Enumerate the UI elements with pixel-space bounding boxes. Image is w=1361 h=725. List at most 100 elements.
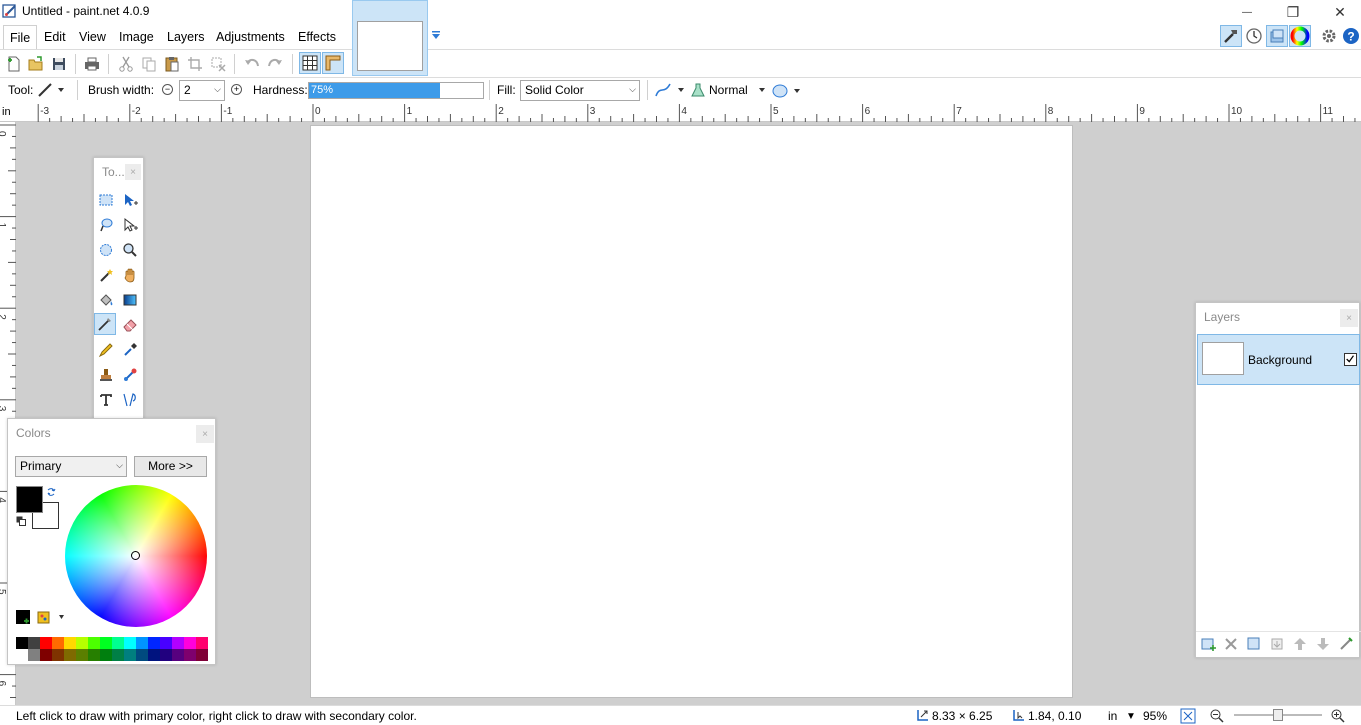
color-mode-combo[interactable]: Primary ⌵ (15, 456, 127, 477)
zoom-in-icon[interactable] (1330, 708, 1346, 725)
duplicate-layer-icon[interactable] (1246, 636, 1264, 654)
blend-mode-value[interactable]: Normal (709, 83, 748, 97)
palette-swatch[interactable] (124, 637, 136, 649)
restore-button[interactable]: ❐ (1273, 0, 1313, 24)
palette-swatch[interactable] (40, 637, 52, 649)
cut-icon[interactable] (117, 55, 135, 73)
palette-swatch[interactable] (64, 649, 76, 661)
menu-effects[interactable]: Effects (292, 25, 342, 49)
palette-swatch[interactable] (136, 637, 148, 649)
chevron-down-icon[interactable]: ▼ (1126, 711, 1136, 722)
image-canvas[interactable] (310, 125, 1073, 698)
zoom-to-window-icon[interactable] (1180, 708, 1196, 725)
colors-panel-close-button[interactable]: × (196, 425, 214, 443)
palette-swatch[interactable] (16, 637, 28, 649)
brush-width-combo[interactable]: 2 ⌵ (179, 80, 225, 101)
palette-swatch[interactable] (184, 637, 196, 649)
palette-menu-icon[interactable] (37, 610, 65, 624)
palette-swatch[interactable] (160, 649, 172, 661)
swap-colors-icon[interactable] (46, 486, 56, 496)
clone-stamp-icon[interactable] (95, 364, 117, 386)
recolor-icon[interactable] (119, 364, 141, 386)
rulers-icon[interactable] (322, 52, 344, 74)
palette-swatch[interactable] (40, 649, 52, 661)
color-wheel[interactable] (65, 485, 207, 627)
redo-icon[interactable] (266, 55, 284, 73)
reset-colors-icon[interactable] (16, 515, 26, 526)
tools-window-icon[interactable] (1220, 25, 1242, 47)
palette-swatch[interactable] (124, 649, 136, 661)
menu-adjustments[interactable]: Adjustments (210, 25, 291, 49)
move-selection-icon[interactable] (119, 189, 141, 211)
pan-icon[interactable] (119, 264, 141, 286)
more-colors-button[interactable]: More >> (134, 456, 207, 477)
increase-width-icon[interactable]: + (231, 84, 242, 95)
palette-swatch[interactable] (112, 637, 124, 649)
close-button[interactable]: ✕ (1320, 0, 1360, 24)
magic-wand-icon[interactable] (95, 264, 117, 286)
print-icon[interactable] (83, 55, 101, 73)
settings-icon[interactable] (1320, 27, 1338, 45)
palette-swatch[interactable] (172, 637, 184, 649)
copy-icon[interactable] (140, 55, 158, 73)
palette-swatch[interactable] (196, 637, 208, 649)
crop-icon[interactable] (186, 55, 204, 73)
line-curve-icon[interactable] (119, 389, 141, 411)
deselect-icon[interactable] (209, 55, 227, 73)
palette-swatch[interactable] (88, 637, 100, 649)
image-list-dropdown-icon[interactable] (430, 30, 442, 42)
zoom-icon[interactable] (119, 239, 141, 261)
palette-swatch[interactable] (52, 649, 64, 661)
gradient-icon[interactable] (119, 289, 141, 311)
add-palette-color-icon[interactable] (16, 610, 30, 624)
chevron-down-icon[interactable] (757, 84, 767, 94)
image-thumbnail[interactable] (357, 21, 423, 71)
fill-combo[interactable]: Solid Color ⌵ (520, 80, 640, 101)
zoom-slider-thumb[interactable] (1273, 709, 1283, 721)
menu-view[interactable]: View (73, 25, 112, 49)
zoom-out-icon[interactable] (1209, 708, 1225, 725)
ellipse-select-icon[interactable] (95, 239, 117, 261)
tool-selector[interactable] (36, 81, 68, 99)
undo-icon[interactable] (243, 55, 261, 73)
palette-swatch[interactable] (16, 649, 28, 661)
color-picker-icon[interactable] (119, 339, 141, 361)
layers-window-icon[interactable] (1266, 25, 1288, 47)
help-icon[interactable]: ? (1342, 27, 1360, 45)
rectangle-select-icon[interactable] (95, 189, 117, 211)
palette-swatch[interactable] (196, 649, 208, 661)
layers-panel-close-button[interactable]: × (1340, 309, 1358, 327)
color-wheel-cursor[interactable] (131, 551, 140, 560)
history-window-icon[interactable] (1245, 27, 1263, 45)
minimize-button[interactable]: — (1227, 0, 1267, 24)
delete-layer-icon[interactable] (1223, 636, 1241, 654)
palette-swatch[interactable] (52, 637, 64, 649)
palette-swatch[interactable] (184, 649, 196, 661)
layer-row-background[interactable]: Background (1197, 334, 1360, 385)
grid-icon[interactable] (299, 52, 321, 74)
palette-swatch[interactable] (100, 649, 112, 661)
image-thumbnail-tab[interactable] (352, 0, 428, 76)
palette-swatch[interactable] (136, 649, 148, 661)
hardness-slider[interactable]: 75% (308, 82, 484, 99)
palette-swatch[interactable] (160, 637, 172, 649)
palette-swatch[interactable] (76, 649, 88, 661)
menu-layers[interactable]: Layers (161, 25, 211, 49)
zoom-slider-track[interactable] (1234, 709, 1322, 721)
menu-image[interactable]: Image (113, 25, 160, 49)
palette-swatch[interactable] (148, 637, 160, 649)
paste-icon[interactable] (163, 55, 181, 73)
palette-swatch[interactable] (28, 637, 40, 649)
merge-layer-down-icon[interactable] (1269, 636, 1287, 654)
palette-swatch[interactable] (28, 649, 40, 661)
decrease-width-icon[interactable]: − (162, 84, 173, 95)
eraser-icon[interactable] (119, 314, 141, 336)
colors-window-icon[interactable] (1289, 25, 1311, 47)
units-selector[interactable]: in (1108, 709, 1117, 723)
palette-swatch[interactable] (100, 637, 112, 649)
menu-file[interactable]: File (3, 25, 38, 49)
new-image-icon[interactable] (5, 55, 23, 73)
tools-panel-close-button[interactable]: × (125, 164, 141, 180)
save-icon[interactable] (50, 55, 68, 73)
palette-swatch[interactable] (64, 637, 76, 649)
